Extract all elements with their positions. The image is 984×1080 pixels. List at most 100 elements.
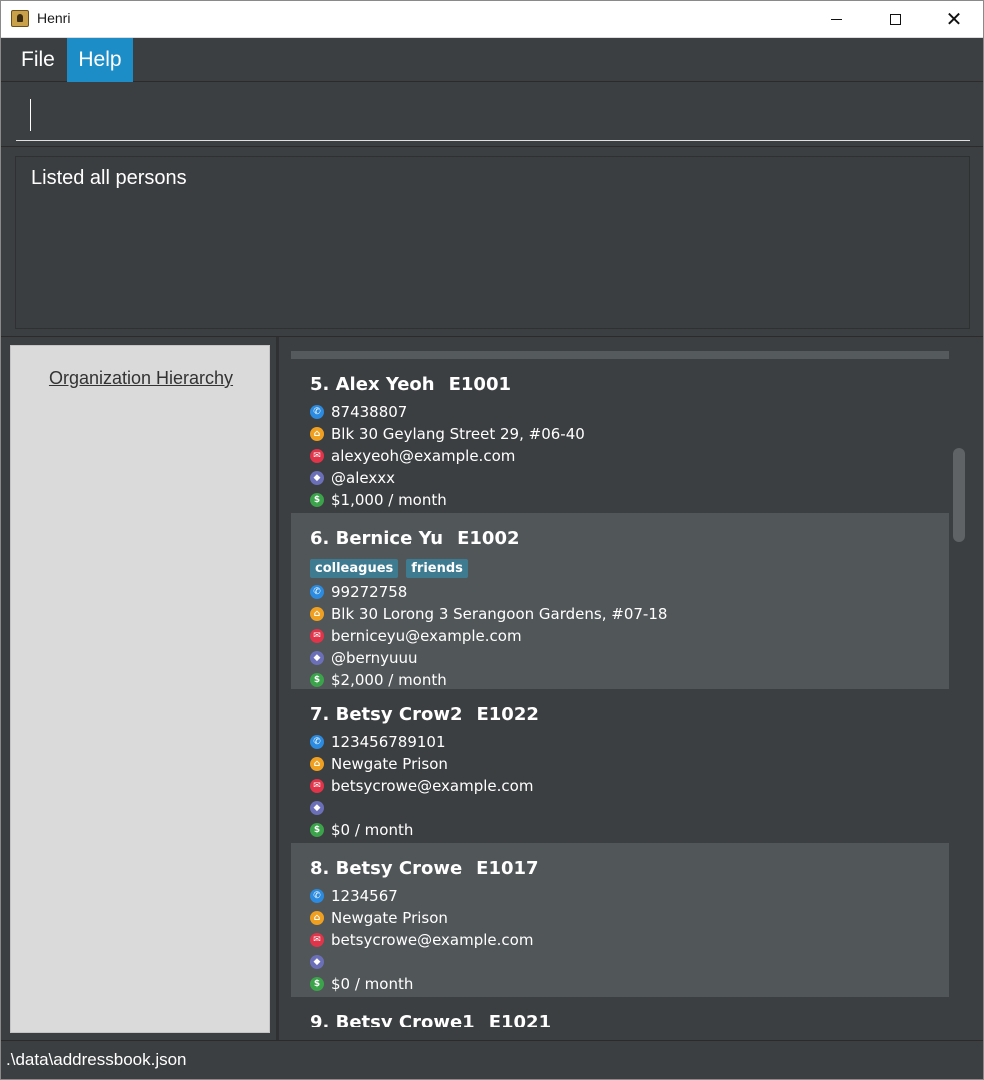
person-salary-row: $ $0 / month [310,819,930,841]
home-icon: ⌂ [310,911,324,925]
employee-id: E1001 [448,374,511,395]
org-hierarchy-link[interactable]: Organization Hierarchy [11,368,271,389]
menu-bar: File Help [0,38,984,82]
person-phone: 1234567 [331,887,398,905]
person-salary: $0 / month [331,975,414,993]
email-icon: ✉ [310,629,324,643]
employee-id: E1002 [457,528,520,549]
dollar-icon: $ [310,977,324,991]
person-card[interactable]: 8. Betsy Crowe E1017 ✆ 1234567 ⌂ Newgate Pris… [291,843,949,997]
person-email-row: ✉ betsycrowe@example.com [310,775,930,797]
person-github-row: ◆ [310,951,930,973]
person-phone-row: ✆ 1234567 [310,885,930,907]
person-phone: 99272758 [331,583,408,601]
person-card[interactable]: 7. Betsy Crow2 E1022 ✆ 123456789101 ⌂ Newgate… [291,689,949,843]
minimize-button[interactable] [807,0,865,38]
result-message: Listed all persons [31,167,187,189]
home-icon: ⌂ [310,427,324,441]
person-phone: 123456789101 [331,733,446,751]
person-address-row: ⌂ Blk 30 Geylang Street 29, #06-40 [310,423,930,445]
person-address: Blk 30 Geylang Street 29, #06-40 [331,425,585,443]
text-caret [30,99,31,131]
person-list[interactable]: 5. Alex Yeoh E1001 ✆ 87438807 ⌂ Blk 30 Geylan… [291,351,949,1027]
email-icon: ✉ [310,449,324,463]
person-github-row: ◆ [310,797,930,819]
github-icon: ◆ [310,651,324,665]
person-address: Newgate Prison [331,909,448,927]
tag-badge: friends [406,558,468,578]
phone-icon: ✆ [310,405,324,419]
person-email: berniceyu@example.com [331,627,522,645]
maximize-icon [889,13,901,25]
person-salary-row: $ $2,000 / month [310,669,930,691]
maximize-button[interactable] [866,0,924,38]
phone-icon: ✆ [310,585,324,599]
person-name: 6. Bernice Yu [310,528,444,549]
phone-icon: ✆ [310,735,324,749]
person-address: Newgate Prison [331,755,448,773]
person-salary: $1,000 / month [331,491,447,509]
person-github-row: ◆ @alexxx [310,467,930,489]
result-display: Listed all persons [15,156,970,329]
person-card[interactable]: 6. Bernice Yu E1002 colleagues friends ✆ 9927… [291,513,949,689]
menu-file[interactable]: File [11,38,65,82]
list-top-strip [291,351,949,359]
person-salary-row: $ $1,000 / month [310,489,930,511]
person-name: 8. Betsy Crowe [310,858,463,879]
employee-id: E1017 [476,858,539,879]
status-bar: .\data\addressbook.json [0,1040,984,1080]
person-email: betsycrowe@example.com [331,777,534,795]
email-icon: ✉ [310,933,324,947]
close-button[interactable]: ✕ [925,0,983,38]
person-email: alexyeoh@example.com [331,447,516,465]
title-bar: Henri ✕ [0,0,984,38]
minimize-icon [830,18,842,20]
person-email-row: ✉ berniceyu@example.com [310,625,930,647]
person-card[interactable]: 9. Betsy Crowe1 E1021 [291,997,949,1027]
person-card[interactable]: 5. Alex Yeoh E1001 ✆ 87438807 ⌂ Blk 30 Geylan… [291,359,949,513]
person-name: 7. Betsy Crow2 [310,704,463,725]
person-name-row: 9. Betsy Crowe1 E1021 [310,1009,930,1027]
person-email-row: ✉ alexyeoh@example.com [310,445,930,467]
person-phone-row: ✆ 99272758 [310,581,930,603]
home-icon: ⌂ [310,757,324,771]
email-icon: ✉ [310,779,324,793]
tag-badge: colleagues [310,558,399,578]
employee-id: E1021 [488,1012,552,1027]
dollar-icon: $ [310,493,324,507]
phone-icon: ✆ [310,889,324,903]
github-icon: ◆ [310,471,324,485]
person-name: 9. Betsy Crowe1 [310,1012,475,1027]
person-github: @alexxx [331,469,395,487]
person-address-row: ⌂ Newgate Prison [310,907,930,929]
person-salary-row: $ $0 / month [310,973,930,995]
employee-id: E1022 [476,704,539,725]
person-email-row: ✉ betsycrowe@example.com [310,929,930,951]
person-phone-row: ✆ 87438807 [310,401,930,423]
person-phone: 87438807 [331,403,408,421]
command-input[interactable] [16,93,970,141]
person-list-panel: 5. Alex Yeoh E1001 ✆ 87438807 ⌂ Blk 30 Geylan… [279,337,984,1040]
person-address-row: ⌂ Blk 30 Lorong 3 Serangoon Gardens, #07-… [310,603,930,625]
github-icon: ◆ [310,955,324,969]
person-name-row: 6. Bernice Yu E1002 [310,525,930,555]
person-address: Blk 30 Lorong 3 Serangoon Gardens, #07-1… [331,605,668,623]
person-github-row: ◆ @bernyuuu [310,647,930,669]
tag-list: colleagues friends [310,555,930,581]
home-icon: ⌂ [310,607,324,621]
person-salary: $0 / month [331,821,414,839]
app-icon [11,10,29,27]
person-name-row: 8. Betsy Crowe E1017 [310,855,930,885]
person-name-row: 5. Alex Yeoh E1001 [310,371,930,401]
person-phone-row: ✆ 123456789101 [310,731,930,753]
person-email: betsycrowe@example.com [331,931,534,949]
menu-help[interactable]: Help [67,38,133,82]
list-scrollbar-thumb[interactable] [953,448,965,542]
result-display-area: Listed all persons [0,148,984,337]
person-name-row: 7. Betsy Crow2 E1022 [310,701,930,731]
dollar-icon: $ [310,673,324,687]
window-title: Henri [37,10,71,26]
github-icon: ◆ [310,801,324,815]
save-location: .\data\addressbook.json [6,1050,187,1069]
command-box [0,83,984,147]
